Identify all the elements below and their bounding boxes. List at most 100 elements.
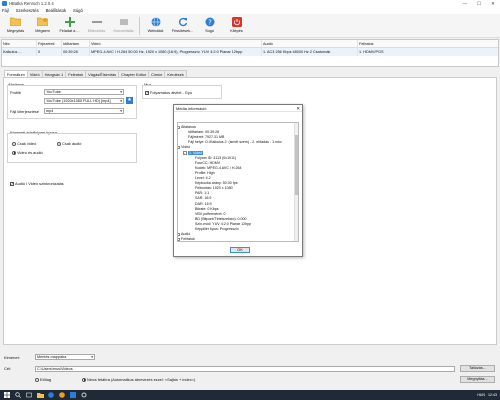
tree-node[interactable]: Szín-mód: YUV 4:2:0 Planar 12bpp <box>195 222 251 226</box>
tree-node[interactable]: Képkocka arány: 50.00 fps <box>195 181 238 185</box>
prefix-radio[interactable]: Előtag <box>35 377 51 382</box>
ok-button[interactable]: OK <box>230 247 250 253</box>
remove-button[interactable]: Eltávolítás <box>83 14 110 37</box>
clock[interactable]: 12:43 <box>488 393 497 397</box>
menu-settings[interactable]: Beállítások <box>46 8 66 13</box>
browser-icon[interactable] <box>47 391 55 399</box>
tab-chapter-editor[interactable]: Chapter Editor <box>118 70 150 77</box>
star-icon[interactable]: ★ <box>126 97 133 104</box>
file-explorer-icon[interactable] <box>36 391 44 399</box>
folder-star-icon <box>37 16 48 27</box>
open-folder-button[interactable]: Megnyitás... <box>460 376 495 383</box>
chevron-down-icon: ▾ <box>120 99 122 103</box>
cancel-button[interactable]: Mégsem <box>29 14 56 37</box>
tree-node[interactable]: Képpillér típus: Progresszív <box>195 227 239 231</box>
tree-node[interactable]: Feliratok <box>181 237 195 241</box>
video-audio-radio[interactable]: Videó és audió <box>12 150 43 155</box>
scrollbar-thumb[interactable] <box>294 135 298 195</box>
dialog-close-button[interactable]: ✕ <box>296 105 300 112</box>
table-cell: 0 <box>37 48 62 56</box>
browse-button[interactable]: Tallózás... <box>460 365 495 372</box>
minimize-button[interactable]: — <box>458 0 472 7</box>
streaming-checkbox[interactable]: ✓ Folyamatos átvitel - Gyu <box>145 90 192 95</box>
tab-audio[interactable]: Hangsáv 1 <box>41 70 67 77</box>
tree-node[interactable]: 1. Videó <box>188 150 204 155</box>
tree-node[interactable]: SAR: 16:9 <box>195 196 211 200</box>
tab-video[interactable]: Videó <box>26 70 43 77</box>
help-button[interactable]: ? Súgó <box>196 14 223 37</box>
tree-expander-icon[interactable]: - <box>183 151 187 155</box>
subprofile-select[interactable]: YouTube (1920x1080 FULL HD) [mp4] ▾ <box>44 98 124 104</box>
task-queue-table: Név Fejezetek Időtartam Videó Audió Feli… <box>1 39 499 67</box>
language-indicator[interactable]: HUN <box>477 393 485 397</box>
tree-node[interactable]: Kodek: MPEG-4 AVC / H.264 <box>195 166 241 170</box>
task-view-icon[interactable] <box>25 391 33 399</box>
exit-button[interactable]: Kilépés <box>223 14 250 37</box>
file-format-select[interactable]: mp4 ▾ <box>44 108 124 114</box>
tree-node[interactable]: VBV pufferméret: 0 <box>195 212 226 216</box>
tree-node[interactable]: FourCC: HDMV <box>195 161 220 165</box>
menu-file[interactable]: Fájl <box>2 8 9 13</box>
media-player-icon[interactable] <box>58 391 66 399</box>
tree-node[interactable]: Fájl helye: D:\Kalkulus 2. (ismét szem) … <box>188 140 282 144</box>
tree-expander-icon[interactable]: + <box>178 232 180 237</box>
tab-subtitles[interactable]: Feliratok <box>65 70 87 77</box>
video-only-radio[interactable]: Csak videó <box>12 141 36 146</box>
settings-gear-icon[interactable] <box>80 391 88 399</box>
column-header[interactable]: Fejezetek <box>37 39 62 48</box>
open-button[interactable]: Megnyitás <box>2 14 29 37</box>
tree-node[interactable]: DAR: 16:9 <box>195 202 212 206</box>
table-cell: MPEG-4 AVC / H.264 50.00 Hz, 1920 x 1080… <box>90 48 262 56</box>
column-header[interactable]: Videó <box>90 39 262 48</box>
add-task-button[interactable]: Feladat a ... <box>56 14 83 37</box>
column-header[interactable]: Név <box>2 39 37 48</box>
column-header[interactable]: Időtartam <box>62 39 90 48</box>
tree-scrollbar[interactable] <box>294 123 298 241</box>
column-header[interactable]: Audió <box>262 39 358 48</box>
svg-text:?: ? <box>208 18 212 26</box>
tree-node[interactable]: Profile: High <box>195 171 215 175</box>
tree-node[interactable]: Bitrate: 0 Kbps <box>195 207 219 211</box>
menu-edit[interactable]: Szerkesztés <box>16 8 39 13</box>
table-row[interactable]: Kalkulus ... 0 00:39:28 MPEG-4 AVC / H.2… <box>2 48 498 56</box>
tree-node[interactable]: BD (Bitpont/Tételszekció): 0.000 <box>195 217 247 221</box>
tree-node[interactable]: Videó <box>181 145 190 149</box>
toolbar-separator <box>139 17 140 35</box>
tree-node[interactable]: Felbontás: 1920 x 1080 <box>195 186 233 190</box>
media-info-dialog: Média információ ✕ - Általános Időtartam: … <box>173 104 303 257</box>
av-sync-checkbox[interactable]: ✓ Audió / Videó szinkronizálás <box>10 181 64 186</box>
windows-start-icon[interactable] <box>3 391 11 399</box>
tree-node[interactable]: Általános <box>181 125 196 129</box>
tree-expander-icon[interactable]: - <box>178 145 180 150</box>
close-window-button[interactable]: ✕ <box>486 0 500 7</box>
tab-questions[interactable]: Kérdések <box>164 70 187 77</box>
tree-node[interactable]: Fájlméret: 7927.31 MB <box>188 135 224 139</box>
search-icon[interactable] <box>14 391 22 399</box>
update-button[interactable]: Frissítések... <box>169 14 196 37</box>
column-header[interactable]: Feliratok <box>358 40 498 48</box>
profile-select[interactable]: YouTube ▾ <box>44 89 124 95</box>
audio-only-radio[interactable]: Csak audió <box>57 141 81 146</box>
tree-node[interactable]: Időtartam: 00:39:28 <box>188 130 219 134</box>
tab-crop[interactable]: Vágás/Élsimítás <box>85 70 120 77</box>
tab-tags[interactable]: Címke <box>148 70 166 77</box>
maximize-button[interactable]: ☐ <box>472 0 486 7</box>
help-icon: ? <box>204 16 215 27</box>
destination-input[interactable]: C:\Users\mus\Videos <box>35 366 455 372</box>
app-taskbar-icon[interactable] <box>69 391 77 399</box>
tree-expander-icon[interactable]: - <box>178 125 180 129</box>
no-subfolder-radio[interactable]: Nincs fetátíra (Automatikus átnevezés ez… <box>82 377 195 382</box>
media-info-tree[interactable]: - Általános Időtartam: 00:39:28 Fájlméret: … <box>177 122 299 242</box>
table-cell: Kalkulus ... <box>2 48 37 56</box>
tree-node[interactable]: Level: 4.2 <box>195 176 211 180</box>
tree-node[interactable]: PAR: 1:1 <box>195 191 209 195</box>
tab-format[interactable]: Formátum <box>4 70 28 77</box>
tree-expander-icon[interactable]: + <box>178 237 180 241</box>
menu-help[interactable]: Súgó <box>73 8 83 13</box>
website-button[interactable]: Weboldal <box>142 14 169 37</box>
tree-node[interactable]: Audió <box>181 232 190 236</box>
tree-node[interactable]: Folyam ID: 4113 (0x1011) <box>195 156 236 160</box>
output-select[interactable]: Mentés mappába ▾ <box>35 354 95 360</box>
convert-button[interactable]: Konvertálás <box>110 14 137 37</box>
menu-bar: Fájl Szerkesztés Beállítások Súgó <box>0 7 500 14</box>
